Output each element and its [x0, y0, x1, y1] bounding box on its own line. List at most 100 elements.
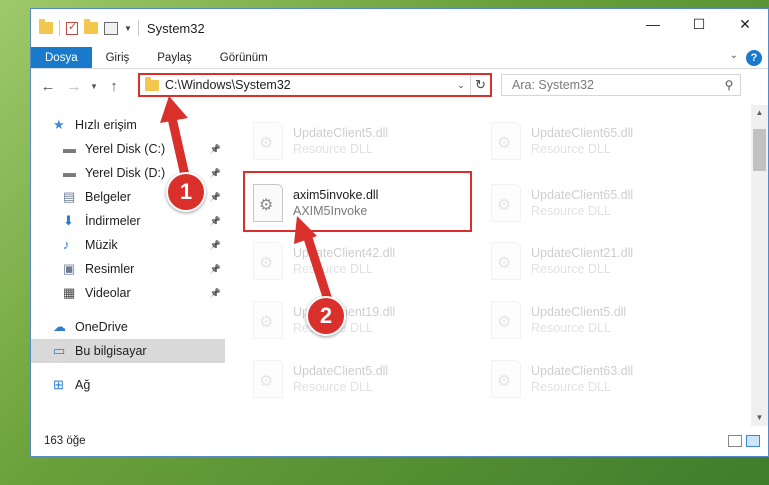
search-box[interactable]: Ara: System32 ⚲ — [501, 74, 741, 96]
pin-icon[interactable]: 📌 — [210, 216, 221, 227]
forward-arrow-icon[interactable]: → — [61, 73, 87, 99]
scroll-down-icon[interactable]: ▼ — [751, 410, 768, 426]
ribbon-tabs: Dosya Giriş Paylaş Görünüm ⌄ ? — [31, 47, 768, 69]
tiles-view-icon[interactable] — [746, 435, 760, 447]
help-icon[interactable]: ? — [746, 50, 762, 66]
view-buttons — [728, 435, 760, 447]
dll-file-icon: ⚙ — [253, 301, 283, 339]
address-dropdown-icon[interactable]: ⌄ — [452, 80, 470, 91]
customize-toolbar-dropdown-icon[interactable]: ▼ — [124, 24, 132, 33]
file-name: UpdateClient42.dll — [293, 246, 396, 260]
close-button[interactable]: ✕ — [722, 9, 768, 39]
scroll-thumb[interactable] — [753, 129, 766, 171]
downloads-icon: ⬇ — [63, 213, 74, 228]
gear-icon: ⚙ — [259, 373, 274, 390]
sidebar-item-label: Videolar — [85, 286, 131, 300]
file-item[interactable]: ⚙ UpdateClient42.dll Resource DLL — [245, 233, 465, 289]
highlighted-file-item[interactable]: ⚙ axim5invoke.dll AXIM5Invoke — [245, 175, 465, 231]
tab-home[interactable]: Giriş — [92, 47, 144, 68]
file-name: UpdateClient65.dll — [531, 188, 634, 202]
new-folder-icon[interactable] — [84, 19, 98, 34]
file-item[interactable]: ⚙ UpdateClient63.dll Resource DLL — [483, 351, 703, 407]
file-text: UpdateClient5.dll Resource DLL — [531, 304, 626, 336]
pin-icon[interactable]: 📌 — [210, 192, 221, 203]
pictures-icon: ▣ — [63, 261, 76, 276]
maximize-button[interactable]: ☐ — [676, 9, 722, 39]
sidebar-item-label: Bu bilgisayar — [75, 344, 147, 358]
file-text: UpdateClient5.dll Resource DLL — [293, 363, 388, 395]
toolbar-divider — [137, 20, 139, 36]
dll-file-icon: ⚙ — [491, 360, 521, 398]
scroll-up-icon[interactable]: ▲ — [751, 105, 768, 121]
refresh-icon[interactable]: ↻ — [470, 75, 490, 95]
file-item[interactable]: ⚙ UpdateClient5.dll Resource DLL — [483, 292, 703, 348]
sidebar-item[interactable]: ▦ Videolar 📌 — [31, 281, 225, 305]
gear-icon: ⚙ — [497, 255, 512, 272]
sidebar-item[interactable]: ▭ Bu bilgisayar — [31, 339, 225, 363]
pin-icon[interactable]: 📌 — [210, 144, 221, 155]
sidebar-item[interactable]: ▬ Yerel Disk (C:) 📌 — [31, 137, 225, 161]
tab-view[interactable]: Görünüm — [206, 47, 282, 68]
details-view-icon[interactable] — [728, 435, 742, 447]
file-item[interactable]: ⚙ UpdateClient5.dll Resource DLL — [245, 113, 465, 169]
file-type: Resource DLL — [531, 204, 611, 218]
music-icon: ♪ — [63, 237, 70, 252]
sidebar-item[interactable]: ⊞ Ağ — [31, 373, 225, 397]
file-item[interactable]: ⚙ UpdateClient21.dll Resource DLL — [483, 233, 703, 289]
sidebar-item-label: Yerel Disk (D:) — [85, 166, 166, 180]
pin-icon[interactable]: 📌 — [210, 264, 221, 275]
sidebar-item[interactable]: ★ Hızlı erişim — [31, 113, 225, 137]
status-bar: 163 öğe — [31, 426, 768, 456]
folder-icon[interactable] — [39, 19, 53, 34]
file-item[interactable]: ⚙ UpdateClient65.dll Resource DLL — [483, 113, 703, 169]
file-item[interactable]: ⚙ UpdateClient5.dll Resource DLL — [245, 351, 465, 407]
gear-icon: ⚙ — [497, 373, 512, 390]
vertical-scrollbar[interactable]: ▲ ▼ — [751, 105, 768, 426]
network-icon: ⊞ — [53, 377, 64, 392]
file-item[interactable]: ⚙UpdateClient19.dllResource DLL — [245, 292, 465, 348]
dll-file-icon: ⚙ — [491, 122, 521, 160]
recent-locations-dropdown-icon[interactable]: ▼ — [87, 73, 101, 99]
sidebar-item[interactable]: ⬇ İndirmeler 📌 — [31, 209, 225, 233]
address-bar[interactable]: C:\Windows\System32 ⌄ ↻ — [138, 73, 492, 97]
content-area: ★ Hızlı erişim ▬ Yerel Disk (C:) 📌 ▬ Yerel Dis… — [31, 105, 768, 426]
sidebar-item[interactable]: ▣ Resimler 📌 — [31, 257, 225, 281]
properties-icon[interactable] — [104, 21, 118, 35]
videos-icon: ▦ — [63, 285, 76, 300]
minimize-button[interactable]: — — [630, 9, 676, 39]
file-list: ▲ ▼ ⚙ UpdateClient5.dll Resource DLL ⚙ axim5… — [225, 105, 768, 426]
dll-file-icon: ⚙ — [491, 301, 521, 339]
navigation-buttons: ← → ▼ ↑ — [31, 73, 127, 99]
properties-check-icon[interactable] — [66, 20, 78, 35]
search-input[interactable]: Ara: System32 — [512, 78, 718, 92]
explorer-window: ▼ System32 — ☐ ✕ Dosya Giriş Paylaş Görü… — [30, 8, 769, 457]
window-title: System32 — [146, 20, 205, 36]
gear-icon: ⚙ — [259, 255, 274, 272]
pin-icon[interactable]: 📌 — [210, 168, 221, 179]
up-arrow-icon[interactable]: ↑ — [101, 73, 127, 99]
file-text: UpdateClient65.dll Resource DLL — [531, 187, 633, 219]
navigation-pane: ★ Hızlı erişim ▬ Yerel Disk (C:) 📌 ▬ Yerel Dis… — [31, 105, 225, 426]
file-item[interactable]: ⚙ UpdateClient65.dll Resource DLL — [483, 175, 703, 231]
gear-icon: ⚙ — [497, 197, 512, 214]
address-path[interactable]: C:\Windows\System32 — [165, 78, 452, 92]
file-type: Resource DLL — [293, 142, 373, 156]
tab-file[interactable]: Dosya — [31, 47, 92, 68]
sidebar-item-label: Hızlı erişim — [75, 118, 137, 132]
sidebar-item[interactable]: ♪ Müzik 📌 — [31, 233, 225, 257]
file-name: UpdateClient65.dll — [531, 126, 634, 140]
file-text: UpdateClient5.dll Resource DLL — [293, 125, 388, 157]
tab-share[interactable]: Paylaş — [143, 47, 206, 68]
file-type: Resource DLL — [293, 262, 373, 276]
file-text: axim5invoke.dll AXIM5Invoke — [293, 187, 378, 219]
ribbon-expand-icon[interactable]: ⌄ — [730, 50, 738, 61]
file-name: UpdateClient5.dll — [293, 364, 389, 378]
search-icon[interactable]: ⚲ — [718, 78, 740, 92]
drive-icon: ▬ — [63, 165, 76, 180]
sidebar-item[interactable]: ☁ OneDrive — [31, 315, 225, 339]
pin-icon[interactable]: 📌 — [210, 288, 221, 299]
window-controls: — ☐ ✕ — [630, 9, 768, 39]
gear-icon: ⚙ — [497, 135, 512, 152]
pin-icon[interactable]: 📌 — [210, 240, 221, 251]
back-arrow-icon[interactable]: ← — [35, 73, 61, 99]
